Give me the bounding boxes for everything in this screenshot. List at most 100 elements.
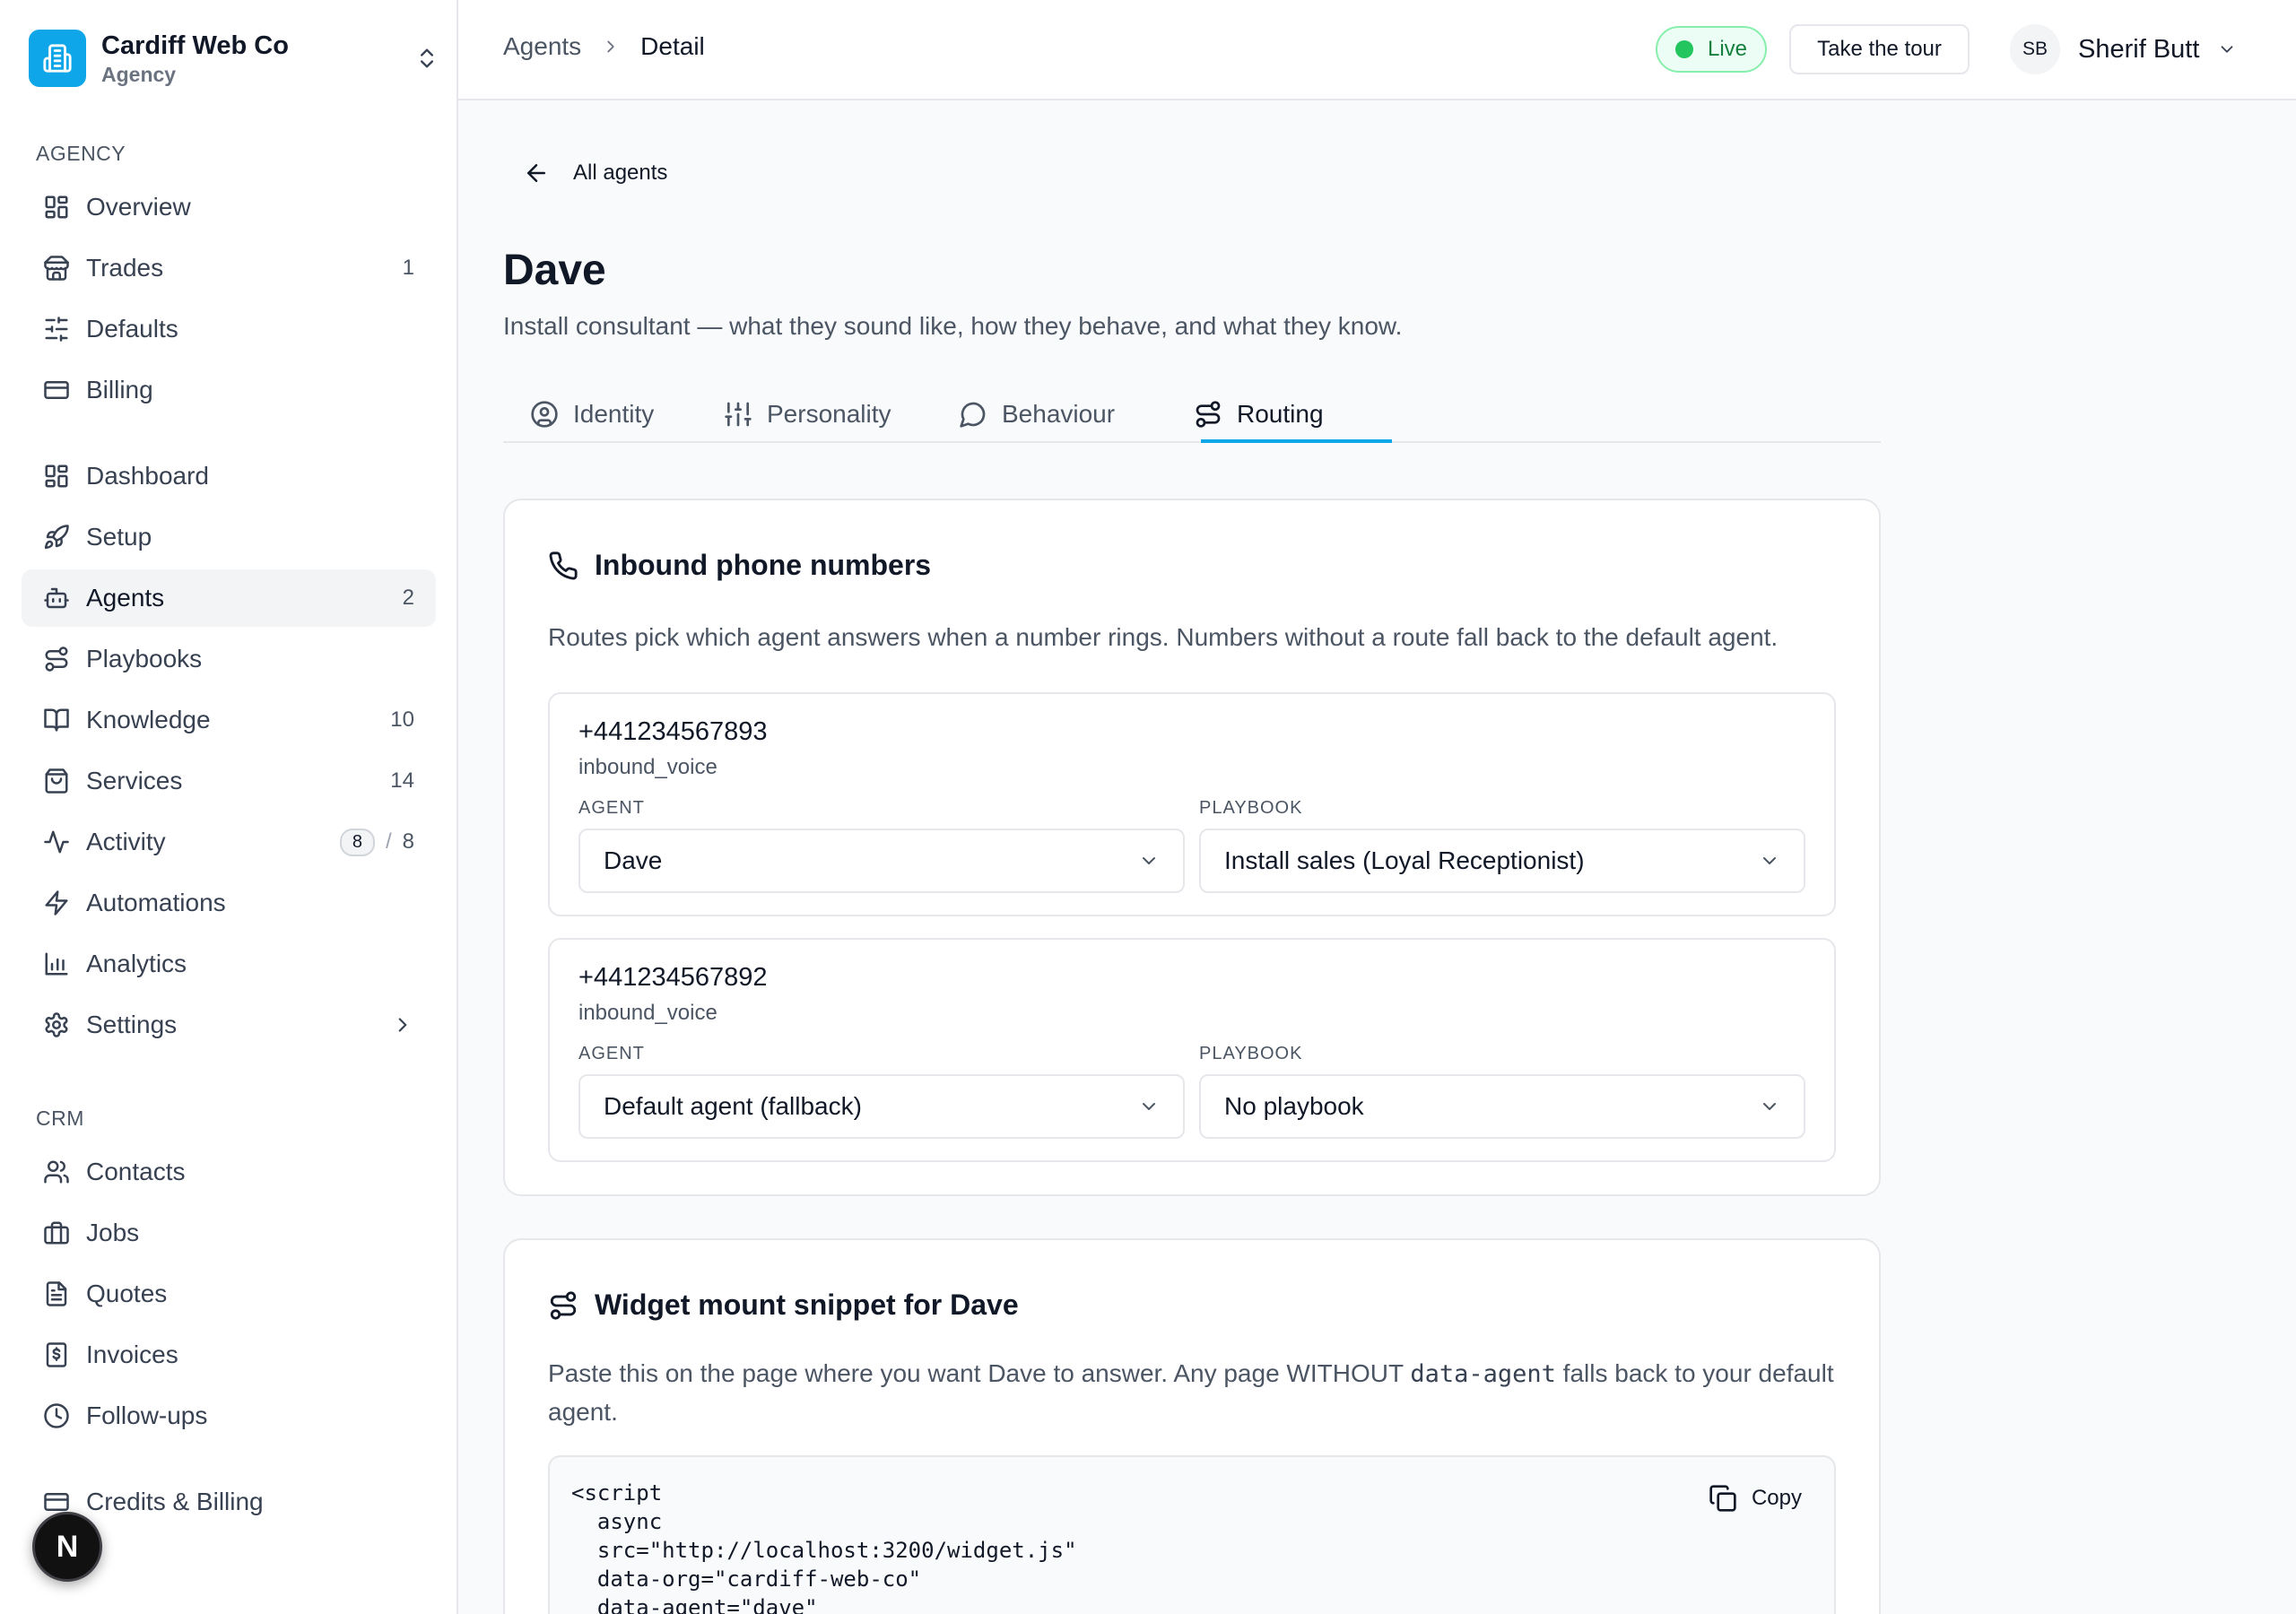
sidebar-item-label: Defaults xyxy=(86,315,178,343)
clock-icon xyxy=(44,1403,69,1428)
sidebar-item-playbooks[interactable]: Playbooks xyxy=(22,630,436,688)
sidebar-item-label: Settings xyxy=(86,1011,178,1038)
playbook-field-label: PLAYBOOK xyxy=(1199,798,1303,818)
card-description: Paste this on the page where you want Da… xyxy=(548,1355,1839,1431)
route-icon xyxy=(1196,401,1221,428)
chevrons-up-down-icon xyxy=(421,48,433,68)
card-description: Routes pick which agent answers when a n… xyxy=(548,623,1779,651)
sidebar-item-services[interactable]: Services 14 xyxy=(22,752,436,810)
agent-select-value: Dave xyxy=(604,846,663,874)
sliders-vertical-icon xyxy=(725,402,752,427)
layout-dashboard-icon xyxy=(45,195,68,219)
message-circle-icon xyxy=(960,402,986,428)
sidebar-item-label: Knowledge xyxy=(86,706,211,733)
sidebar-item-label: Invoices xyxy=(86,1341,178,1368)
status-text: Live xyxy=(1708,37,1748,61)
route-icon xyxy=(45,646,68,672)
copy-button[interactable]: Copy xyxy=(1709,1484,1802,1513)
route-type: inbound_voice xyxy=(578,1001,718,1025)
sidebar-item-contacts[interactable]: Contacts xyxy=(22,1143,436,1201)
chevron-down-icon xyxy=(1143,857,1155,864)
sidebar-item-label: Services xyxy=(86,767,183,794)
route-icon xyxy=(550,1290,577,1320)
sidebar-item-label: Agents xyxy=(86,584,165,612)
route-row: +441234567892 inbound_voice AGENT PLAYBO… xyxy=(548,938,1836,1162)
all-agents-link[interactable]: All agents xyxy=(523,160,667,187)
copy-icon xyxy=(1709,1485,1736,1512)
active-tab-indicator xyxy=(1201,439,1392,443)
sidebar-item-label: Contacts xyxy=(86,1158,186,1185)
sidebar-item-label: Overview xyxy=(86,193,191,221)
zap-icon xyxy=(45,890,68,915)
agent-field-label: AGENT xyxy=(578,798,645,818)
sidebar-item-setup[interactable]: Setup xyxy=(22,508,436,566)
live-dot-icon xyxy=(1675,40,1693,58)
shopping-bag-icon xyxy=(45,768,68,794)
chevron-down-icon xyxy=(1763,857,1776,864)
sidebar-item-label: Jobs xyxy=(86,1219,140,1246)
users-icon xyxy=(44,1160,69,1184)
user-menu[interactable]: SB Sherif Butt xyxy=(2010,24,2237,74)
take-tour-button[interactable]: Take the tour xyxy=(1789,24,1970,74)
sidebar-item-activity[interactable]: Activity 8 / 8 xyxy=(22,813,436,871)
credit-card-icon xyxy=(44,381,69,399)
sidebar-item-label: Credits & Billing xyxy=(86,1488,264,1515)
sidebar-item-analytics[interactable]: Analytics xyxy=(22,935,436,993)
sidebar-item-dashboard[interactable]: Dashboard xyxy=(22,447,436,505)
sidebar-item-settings[interactable]: Settings xyxy=(22,996,436,1054)
agent-select[interactable]: Default agent (fallback) xyxy=(578,1074,1185,1139)
status-badge: Live xyxy=(1656,26,1768,73)
chevron-right-icon xyxy=(398,1018,407,1032)
user-circle-icon xyxy=(531,401,558,428)
sidebar-item-label: Automations xyxy=(86,889,226,916)
main-content: All agents Dave Install consultant — wha… xyxy=(458,100,2296,1614)
sidebar-item-invoices[interactable]: Invoices xyxy=(22,1326,436,1384)
card-title: Inbound phone numbers xyxy=(548,549,931,582)
total-count: 8 xyxy=(402,829,414,854)
sidebar-item-knowledge[interactable]: Knowledge 10 xyxy=(22,691,436,749)
sidebar: Cardiff Web Co Agency AGENCY Overview Tr… xyxy=(0,0,458,1614)
sidebar-item-quotes[interactable]: Quotes xyxy=(22,1265,436,1323)
unread-badge: 8 xyxy=(339,828,375,856)
dev-tools-button[interactable]: N xyxy=(32,1512,102,1582)
tab-personality[interactable]: Personality xyxy=(724,386,891,443)
breadcrumb: Agents Detail xyxy=(503,32,705,61)
sidebar-item-agents[interactable]: Agents 2 xyxy=(22,569,436,627)
count-separator: / xyxy=(385,829,392,854)
sidebar-item-label: Activity xyxy=(86,828,166,855)
playbook-select[interactable]: Install sales (Loyal Receptionist) xyxy=(1199,829,1805,893)
arrow-left-icon xyxy=(527,164,545,182)
bot-icon xyxy=(44,587,69,609)
sidebar-item-jobs[interactable]: Jobs xyxy=(22,1204,436,1262)
sidebar-item-billing[interactable]: Billing xyxy=(22,361,436,419)
org-switcher[interactable]: Cardiff Web Co Agency xyxy=(29,28,433,89)
sidebar-item-overview[interactable]: Overview xyxy=(22,178,436,236)
count-badge: 2 xyxy=(402,586,414,610)
sidebar-item-label: Setup xyxy=(86,523,152,551)
playbook-select[interactable]: No playbook xyxy=(1199,1074,1805,1139)
sidebar-item-defaults[interactable]: Defaults xyxy=(22,300,436,358)
sidebar-item-label: Trades xyxy=(86,254,164,282)
sidebar-item-label: Analytics xyxy=(86,950,187,977)
sidebar-item-follow-ups[interactable]: Follow-ups xyxy=(22,1387,436,1445)
desc-text: Paste this on the page where you want Da… xyxy=(548,1359,1411,1387)
agent-select[interactable]: Dave xyxy=(578,829,1185,893)
route-type: inbound_voice xyxy=(578,755,718,779)
chevron-down-icon xyxy=(2221,46,2233,53)
avatar: SB xyxy=(2010,24,2060,74)
activity-counter: 8 / 8 xyxy=(339,828,414,856)
count-badge: 1 xyxy=(402,256,414,280)
agent-tabs: Identity Personality Behaviour Routing xyxy=(503,386,1881,443)
playbook-select-value: No playbook xyxy=(1224,1092,1364,1120)
count-badge: 10 xyxy=(390,707,414,732)
agent-field-label: AGENT xyxy=(578,1044,645,1063)
tab-label: Routing xyxy=(1237,400,1324,428)
sidebar-item-automations[interactable]: Automations xyxy=(22,874,436,932)
tab-behaviour[interactable]: Behaviour xyxy=(959,386,1115,443)
breadcrumb-agents[interactable]: Agents xyxy=(503,32,581,61)
tab-routing[interactable]: Routing xyxy=(1194,386,1324,443)
snippet-code: <script async src="http://localhost:3200… xyxy=(571,1480,1077,1614)
tab-identity[interactable]: Identity xyxy=(530,386,654,443)
sidebar-item-trades[interactable]: Trades 1 xyxy=(22,239,436,297)
playbook-select-value: Install sales (Loyal Receptionist) xyxy=(1224,846,1585,874)
